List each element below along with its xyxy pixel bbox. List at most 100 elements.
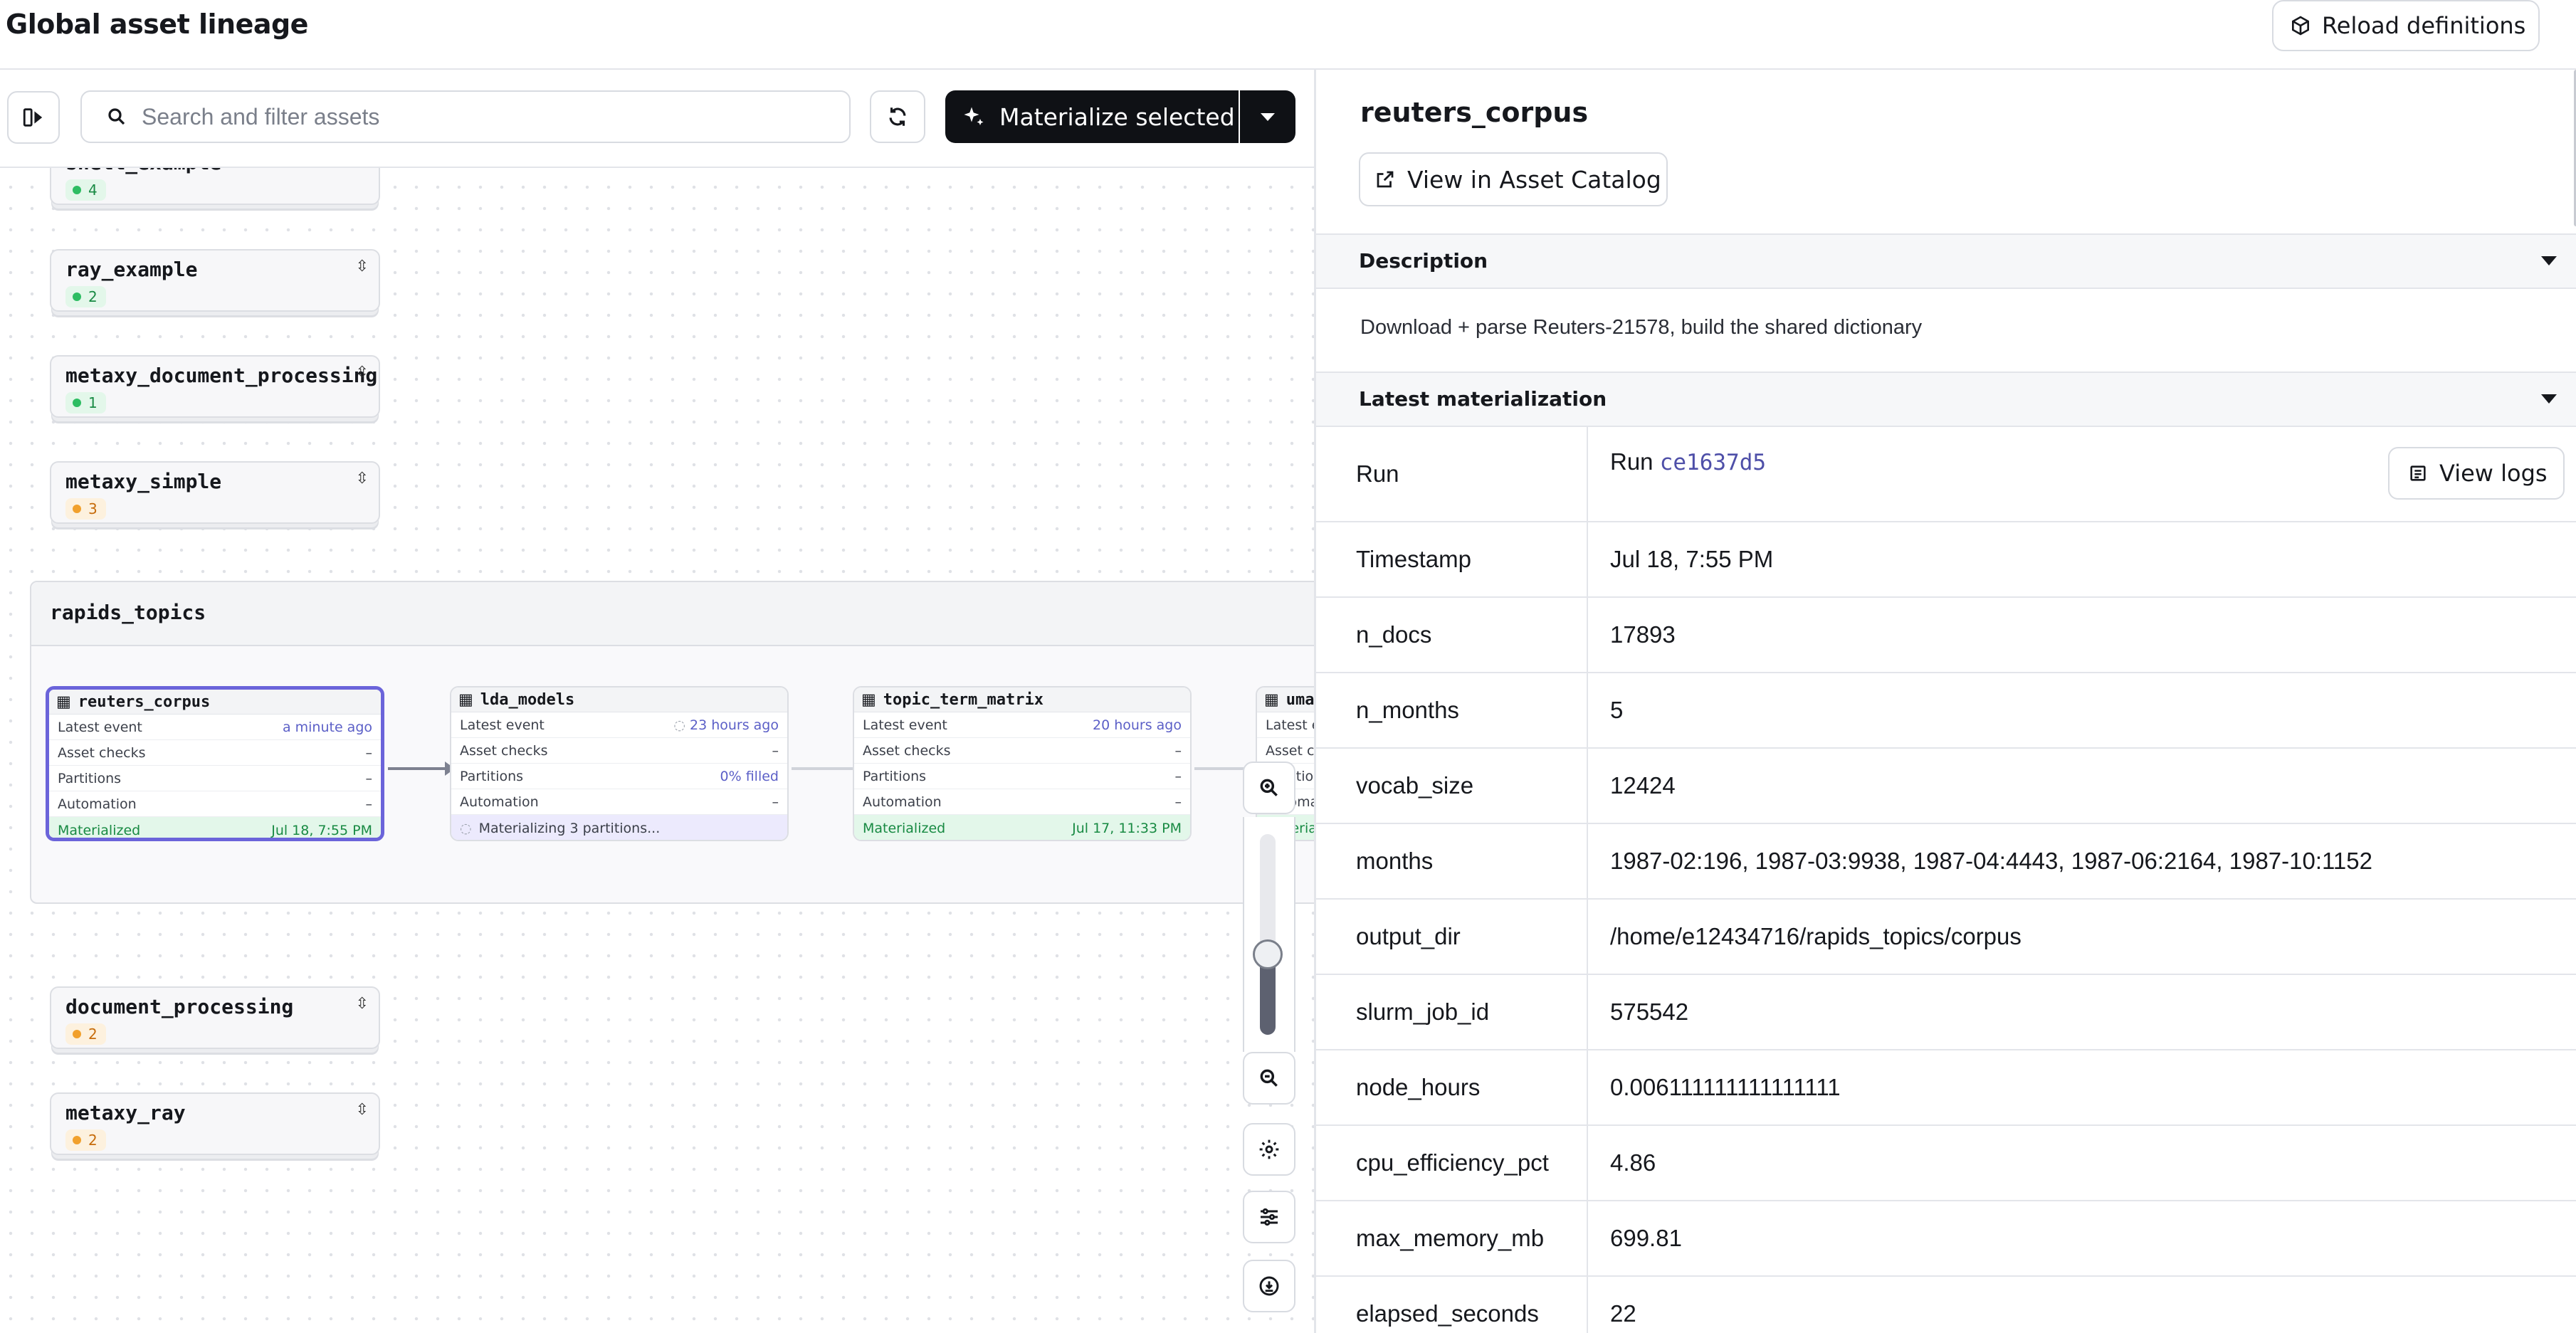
view-logs-button[interactable]: View logs [2388,447,2565,500]
metadata-row: n_docs 17893 [1316,598,2576,673]
expand-chevrons-icon[interactable]: ⇳ [356,364,369,381]
group-card-metaxy-simple[interactable]: metaxy_simple ⇳ 3 [50,461,380,524]
search-input[interactable] [140,102,841,131]
materialization-status: Materialized Jul 17, 11:33 PM [854,815,1190,840]
sliders-icon [1261,1208,1278,1226]
table-icon: ▦ [1264,690,1279,709]
asset-detail-panel: reuters_corpus View in Asset Catalog Des… [1314,70,2576,1333]
status-badge: 1 [65,392,106,413]
group-name: ray_example [65,258,198,281]
asset-node-lda-models[interactable]: ▦ lda_models Latest event ◌ 23 hours ago A… [450,686,789,841]
group-card-metaxy-ray[interactable]: metaxy_ray ⇳ 2 [50,1092,380,1155]
reload-definitions-button[interactable]: Reload definitions [2272,0,2540,51]
metadata-key: max_memory_mb [1356,1225,1545,1251]
materialize-selected-button[interactable]: Materialize selected [945,90,1239,143]
metadata-key: node_hours [1356,1074,1481,1100]
lineage-edge [388,767,452,770]
group-card-ray-example[interactable]: ray_example ⇳ 2 [50,249,380,312]
external-link-icon [1377,171,1394,188]
zoom-in-icon [1260,779,1278,796]
reload-package-icon [2292,16,2309,36]
lineage-edge [792,767,856,770]
expand-chevrons-icon[interactable]: ⇳ [356,995,369,1013]
status-badge: 3 [65,498,106,520]
spinner-icon: ◌ [460,820,472,836]
metadata-value: 4.86 [1610,1149,1656,1176]
asset-description: Download + parse Reuters-21578, build th… [1360,316,1923,339]
caret-down-icon [2541,256,2557,265]
metadata-row: max_memory_mb 699.81 [1316,1201,2576,1277]
status-badge: 4 [65,179,106,201]
table-icon: ▦ [861,690,876,709]
asset-name: lda_models [480,690,575,709]
search-icon [108,108,125,125]
metadata-key: output_dir [1356,923,1461,949]
group-name: document_processing [65,995,294,1018]
metadata-key: Run [1356,460,1399,487]
metadata-row: node_hours 0.006111111111111111 [1316,1050,2576,1126]
metadata-value: /home/e12434716/rapids_topics/corpus [1610,923,2022,949]
view-in-asset-catalog-button[interactable]: View in Asset Catalog [1359,152,1668,206]
zoom-out-button[interactable] [1243,1052,1295,1105]
group-name: rapids_topics [50,601,206,624]
view-logs-label: View logs [2439,460,2548,487]
sparkles-icon [964,107,984,125]
description-section-header[interactable]: Description [1316,233,2576,289]
expand-chevrons-icon[interactable]: ⇳ [356,1101,369,1119]
gear-icon [1259,1139,1279,1159]
materialization-metadata-table: Run Run ce1637d5 View logs Timestamp Jul … [1316,427,2576,1333]
metadata-row: output_dir/home/e12434716/rapids_topics/… [1316,900,2576,975]
metadata-value: 575542 [1610,999,1689,1025]
zoom-out-icon [1260,1069,1278,1087]
materialize-selected-label: Materialize selected [999,102,1235,131]
materialization-status: Materialized Jul 18, 7:55 PM [49,817,381,838]
table-icon: ▦ [56,692,71,711]
metadata-row: slurm_job_id 575542 [1316,975,2576,1050]
asset-node-reuters-corpus[interactable]: ▦ reuters_corpus Latest event a minute ago… [46,686,384,841]
asset-name: topic_term_matrix [883,690,1043,709]
download-image-button[interactable] [1243,1260,1295,1312]
zoom-slider-thumb[interactable] [1253,939,1283,970]
layout-options-button[interactable] [1243,1191,1295,1243]
refresh-button[interactable] [870,90,925,143]
metadata-key: n_months [1356,697,1459,723]
expand-chevrons-icon[interactable]: ⇳ [356,470,369,488]
run-id-link[interactable]: ce1637d5 [1660,450,1766,475]
latest-event-value[interactable]: a minute ago [283,720,372,735]
caret-down-icon [2541,394,2557,404]
materialization-status: ◌ Materializing 3 partitions... [451,815,787,840]
group-card-document-processing[interactable]: document_processing ⇳ 2 [50,986,380,1049]
asset-title: reuters_corpus [1360,97,1589,128]
expand-chevrons-icon[interactable]: ⇳ [356,258,369,275]
status-badge: 2 [65,286,106,307]
metadata-value: 699.81 [1610,1225,1682,1251]
latest-materialization-section-header[interactable]: Latest materialization [1316,372,2576,427]
group-card-metaxy-document-processing[interactable]: metaxy_document_processing ⇳ 1 [50,355,380,418]
metadata-row: months 1987-02:196, 1987-03:9938, 1987-04… [1316,824,2576,900]
zoom-in-button[interactable] [1243,762,1295,814]
metadata-row: vocab_size 12424 [1316,749,2576,824]
group-header[interactable]: rapids_topics [31,582,1352,646]
search-box[interactable] [80,90,851,143]
refresh-icon [889,107,906,126]
logs-icon [2410,465,2426,481]
zoom-slider[interactable] [1260,834,1276,1035]
table-icon: ▦ [458,690,473,709]
download-icon [1259,1276,1279,1296]
asset-node-topic-term-matrix[interactable]: ▦ topic_term_matrix Latest event 20 hours … [853,686,1192,841]
metadata-value: 5 [1610,697,1624,723]
reload-definitions-label: Reload definitions [2322,12,2526,39]
materialize-options-dropdown[interactable] [1240,90,1295,143]
metadata-value: 0.006111111111111111 [1610,1074,1841,1100]
graph-settings-button[interactable] [1243,1123,1295,1176]
status-badge: 2 [65,1129,106,1151]
metadata-row: elapsed_seconds 22 [1316,1277,2576,1333]
metadata-key: slurm_job_id [1356,999,1490,1025]
metadata-row: cpu_efficiency_pct 4.86 [1316,1126,2576,1201]
metadata-value: 12424 [1610,772,1676,799]
sidebar-toggle-button[interactable] [7,91,60,144]
metadata-value: Run ce1637d5 [1610,448,1767,475]
group-name: metaxy_simple [65,470,222,493]
metadata-key: months [1356,848,1434,874]
caret-down-icon [1261,112,1275,121]
